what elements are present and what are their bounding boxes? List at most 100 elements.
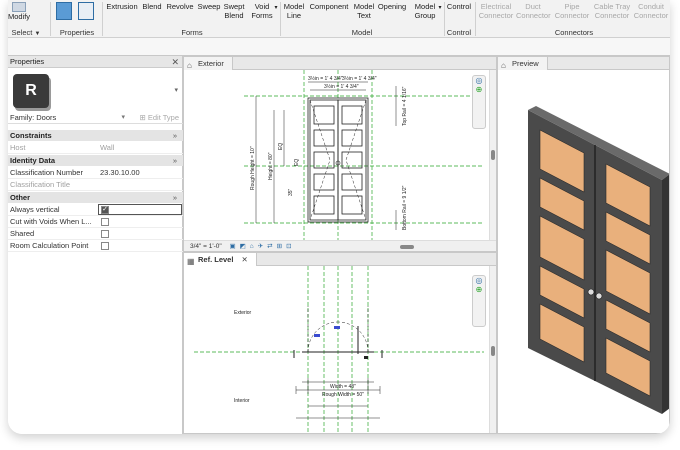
section-other[interactable]: Other »	[8, 192, 183, 203]
tab-preview[interactable]: ⌂ Preview	[498, 57, 548, 70]
model-group-button[interactable]: Model Group	[412, 2, 438, 20]
family-icon-letter: R	[25, 82, 37, 99]
model-text-button[interactable]: Model Text	[350, 2, 378, 20]
properties-icon	[56, 2, 72, 20]
close-icon[interactable]: ✕	[171, 56, 179, 68]
family-selector[interactable]: Family: Doors ▾ ⊞ Edit Type	[8, 112, 183, 124]
select-dropdown[interactable]: Select ▼	[8, 28, 46, 37]
void-forms-caret[interactable]: ▾	[273, 2, 279, 13]
control-button[interactable]: Control	[445, 2, 473, 11]
extrusion-label: Extrusion	[106, 2, 138, 11]
pipe-connector-button[interactable]: Pipe Connector	[554, 2, 590, 20]
tab-exterior[interactable]: ⌂ Exterior	[184, 57, 233, 70]
close-icon[interactable]: ✕	[241, 255, 247, 264]
modify-icon	[12, 2, 26, 12]
conduit-connector-button[interactable]: Conduit Connector	[632, 2, 670, 20]
modify-button[interactable]: Modify	[8, 2, 32, 21]
vertical-scrollbar[interactable]	[489, 70, 496, 240]
ref-level-drawing-canvas[interactable]: Exterior Interior Width = 48" Rough Widt…	[184, 266, 490, 434]
zoom-icon[interactable]: ⊕	[473, 285, 485, 294]
section-constraints[interactable]: Constraints »	[8, 130, 183, 141]
view-scale[interactable]: 3/4" = 1'-0"	[190, 243, 222, 250]
steering-wheel-icon[interactable]: ◎	[473, 76, 485, 85]
chevron-down-icon[interactable]: ▾	[121, 112, 125, 124]
vertical-scrollbar[interactable]	[489, 266, 496, 433]
host-label: Host	[10, 143, 26, 152]
property-row-cut-with-voids[interactable]: Cut with Voids When L...	[8, 216, 183, 228]
type-selector-dropdown[interactable]: ▾	[174, 86, 178, 94]
dim-rough-height: Rough Height = 10"	[250, 146, 256, 190]
properties-button[interactable]	[54, 2, 74, 20]
tab-ref-level[interactable]: ▦ Ref. Level ✕	[184, 253, 257, 266]
shared-label: Shared	[10, 229, 35, 238]
blend-button[interactable]: Blend	[140, 2, 164, 11]
extrusion-button[interactable]: Extrusion	[105, 2, 139, 11]
scrollbar-thumb[interactable]	[491, 346, 495, 356]
room-calculation-point-checkbox[interactable]	[101, 242, 109, 250]
cable-tray-connector-label: Cable Tray Connector	[593, 2, 631, 20]
component-button[interactable]: Component	[307, 2, 351, 11]
revit-family-icon: R	[13, 74, 49, 108]
component-label: Component	[309, 2, 349, 11]
section-identity-data[interactable]: Identity Data »	[8, 155, 183, 166]
control-group-label: Control	[446, 28, 472, 37]
view-tab-strip: ⌂ Exterior	[184, 57, 496, 70]
ribbon: Modify Select ▼ Properties Extrusion Ble…	[8, 0, 670, 38]
view-tab-strip: ⌂ Preview	[498, 57, 669, 70]
zoom-icon[interactable]: ⊕	[473, 85, 485, 94]
navigation-bar[interactable]: ◎ ⊕	[472, 75, 486, 129]
property-row-classification-number[interactable]: Classification Number 23.30.10.00	[8, 167, 183, 179]
exterior-elevation-view[interactable]: ⌂ Exterior 3½in = 1' 4 3/4" 3½in = 1' 4 …	[183, 56, 497, 252]
property-row-shared[interactable]: Shared	[8, 228, 183, 240]
model-line-label: Model Line	[283, 2, 305, 20]
sweep-button[interactable]: Sweep	[196, 2, 222, 11]
electrical-connector-button[interactable]: Electrical Connector	[478, 2, 514, 20]
properties-group-label: Properties	[59, 28, 95, 37]
void-forms-button[interactable]: Void Forms	[250, 2, 274, 20]
horizontal-scrollbar-thumb[interactable]	[400, 245, 414, 249]
property-row-room-calculation-point[interactable]: Room Calculation Point	[8, 240, 183, 252]
edit-type-button[interactable]: ⊞ Edit Type	[139, 112, 179, 124]
electrical-connector-label: Electrical Connector	[478, 2, 514, 20]
tab-ref-level-label: Ref. Level	[198, 255, 234, 264]
classification-number-value[interactable]: 23.30.10.00	[100, 167, 140, 179]
options-bar	[8, 38, 670, 56]
section-identity-label: Identity Data	[10, 156, 56, 165]
door-3d-preview	[528, 106, 669, 414]
model-group-caret[interactable]: ▾	[437, 2, 443, 13]
classification-title-label: Classification Title	[10, 180, 71, 189]
separator	[102, 2, 103, 36]
collapse-icon[interactable]: »	[173, 130, 177, 141]
tab-preview-label: Preview	[512, 59, 539, 68]
scrollbar-thumb[interactable]	[491, 150, 495, 160]
view-control-icons[interactable]: ▣◩⌂✈⇄⊞⊡	[230, 243, 296, 250]
collapse-icon[interactable]: »	[173, 155, 177, 166]
dim-height: Height = 80"	[268, 152, 274, 180]
model-group-label: Model Group	[414, 2, 436, 20]
model-line-button[interactable]: Model Line	[281, 2, 307, 20]
navigation-bar[interactable]: ◎ ⊕	[472, 275, 486, 327]
shared-checkbox[interactable]	[101, 230, 109, 238]
section-constraints-label: Constraints	[10, 131, 52, 140]
properties-panel-header: Properties ✕	[8, 56, 182, 68]
pipe-connector-label: Pipe Connector	[554, 2, 590, 20]
ref-level-plan-view[interactable]: ▦ Ref. Level ✕ Exterior Interior Width =…	[183, 252, 497, 434]
swept-blend-button[interactable]: Swept Blend	[222, 2, 246, 20]
property-row-always-vertical[interactable]: Always vertical ✓	[8, 204, 183, 216]
steering-wheel-icon[interactable]: ◎	[473, 276, 485, 285]
opening-button[interactable]: Opening	[376, 2, 408, 11]
cut-with-voids-checkbox[interactable]	[101, 218, 109, 226]
conduit-connector-label: Conduit Connector	[633, 2, 669, 20]
view-tab-strip: ▦ Ref. Level ✕	[184, 253, 496, 266]
always-vertical-checkbox[interactable]: ✓	[101, 206, 109, 214]
cable-tray-connector-button[interactable]: Cable Tray Connector	[592, 2, 632, 20]
type-properties-button[interactable]	[76, 2, 96, 20]
preview-3d-view[interactable]: ⌂ Preview	[497, 56, 670, 434]
dim-rough-width: Rough Width = 50"	[322, 392, 364, 398]
collapse-icon[interactable]: »	[173, 192, 177, 203]
property-row-classification-title[interactable]: Classification Title	[8, 179, 183, 191]
exterior-drawing-canvas[interactable]: 3½in = 1' 4 3/4" 3½in = 1' 4 3/4" 3½in =…	[184, 70, 490, 240]
classification-number-label: Classification Number	[10, 168, 83, 177]
duct-connector-button[interactable]: Duct Connector	[516, 2, 551, 20]
revolve-button[interactable]: Revolve	[165, 2, 195, 11]
